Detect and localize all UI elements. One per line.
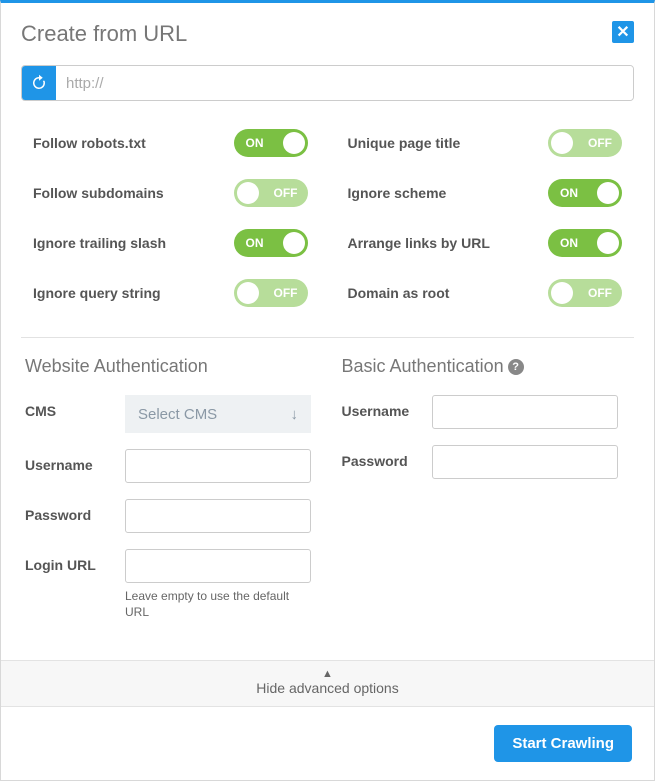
- chevron-down-icon: ↓: [291, 406, 299, 423]
- wa-password-label: Password: [25, 499, 115, 523]
- toggle-label-arrange-links: Arrange links by URL: [348, 235, 490, 251]
- toggle-off-text: OFF: [274, 186, 298, 200]
- cms-placeholder: Select CMS: [138, 406, 217, 423]
- wa-username-input[interactable]: [125, 449, 311, 483]
- toggle-knob: [237, 182, 259, 204]
- wa-password-input[interactable]: [125, 499, 311, 533]
- toggle-knob: [237, 282, 259, 304]
- toggle-row-follow-subdomains: Follow subdomains ONOFF: [33, 179, 308, 207]
- toggle-row-ignore-slash: Ignore trailing slash ONOFF: [33, 229, 308, 257]
- wa-username-label: Username: [25, 449, 115, 473]
- toggle-follow-robots[interactable]: ONOFF: [234, 129, 308, 157]
- start-crawling-button[interactable]: Start Crawling: [494, 725, 632, 762]
- toggle-label-ignore-scheme: Ignore scheme: [348, 185, 447, 201]
- toggle-on-text: ON: [560, 186, 578, 200]
- toggle-knob: [283, 132, 305, 154]
- toggle-label-ignore-slash: Ignore trailing slash: [33, 235, 166, 251]
- toggle-on-text: ON: [246, 136, 264, 150]
- url-input-group: [21, 65, 634, 101]
- toggle-unique-title[interactable]: ONOFF: [548, 129, 622, 157]
- website-auth-title: Website Authentication: [25, 356, 314, 377]
- toggle-ignore-scheme[interactable]: ONOFF: [548, 179, 622, 207]
- ba-password-label: Password: [342, 445, 422, 469]
- wa-loginurl-hint: Leave empty to use the default URL: [125, 589, 311, 620]
- help-icon[interactable]: ?: [508, 359, 524, 375]
- website-auth-section: Website Authentication CMS Select CMS ↓ …: [25, 356, 314, 636]
- toggle-knob: [551, 132, 573, 154]
- close-icon: ✕: [616, 22, 629, 42]
- toggle-follow-subdomains[interactable]: ONOFF: [234, 179, 308, 207]
- toggle-off-text: OFF: [588, 286, 612, 300]
- toggle-on-text: ON: [246, 236, 264, 250]
- toggle-ignore-slash[interactable]: ONOFF: [234, 229, 308, 257]
- advanced-options-label: Hide advanced options: [1, 680, 654, 696]
- basic-auth-title: Basic Authentication: [342, 356, 504, 377]
- toggle-row-follow-robots: Follow robots.txt ONOFF: [33, 129, 308, 157]
- url-input[interactable]: [56, 66, 633, 100]
- cms-label: CMS: [25, 395, 115, 419]
- toggle-domain-root[interactable]: ONOFF: [548, 279, 622, 307]
- toggle-arrange-links[interactable]: ONOFF: [548, 229, 622, 257]
- toggle-row-ignore-query: Ignore query string ONOFF: [33, 279, 308, 307]
- refresh-icon[interactable]: [22, 66, 56, 100]
- toggle-label-domain-root: Domain as root: [348, 285, 450, 301]
- toggle-row-ignore-scheme: Ignore scheme ONOFF: [348, 179, 623, 207]
- chevron-up-icon: ▲: [1, 669, 654, 680]
- toggle-row-unique-title: Unique page title ONOFF: [348, 129, 623, 157]
- ba-password-input[interactable]: [432, 445, 618, 479]
- toggle-knob: [283, 232, 305, 254]
- divider: [21, 337, 634, 338]
- ba-username-label: Username: [342, 395, 422, 419]
- toggle-label-ignore-query: Ignore query string: [33, 285, 161, 301]
- wa-loginurl-input[interactable]: [125, 549, 311, 583]
- wa-loginurl-label: Login URL: [25, 549, 115, 573]
- toggle-off-text: OFF: [588, 136, 612, 150]
- toggle-ignore-query[interactable]: ONOFF: [234, 279, 308, 307]
- toggle-row-domain-root: Domain as root ONOFF: [348, 279, 623, 307]
- advanced-options-toggle[interactable]: ▲ Hide advanced options: [1, 660, 654, 707]
- toggle-off-text: OFF: [274, 286, 298, 300]
- toggle-label-follow-subdomains: Follow subdomains: [33, 185, 164, 201]
- toggle-label-unique-title: Unique page title: [348, 135, 461, 151]
- dialog-title: Create from URL: [21, 21, 187, 47]
- create-from-url-dialog: Create from URL ✕ Follow robots.txtONOFF…: [0, 0, 655, 781]
- toggle-knob: [597, 232, 619, 254]
- toggle-knob: [597, 182, 619, 204]
- toggle-on-text: ON: [560, 236, 578, 250]
- basic-auth-section: Basic Authentication ? Username Password: [342, 356, 631, 636]
- cms-select[interactable]: Select CMS ↓: [125, 395, 311, 433]
- toggle-row-arrange-links: Arrange links by URL ONOFF: [348, 229, 623, 257]
- close-button[interactable]: ✕: [612, 21, 634, 43]
- toggle-label-follow-robots: Follow robots.txt: [33, 135, 146, 151]
- ba-username-input[interactable]: [432, 395, 618, 429]
- toggle-knob: [551, 282, 573, 304]
